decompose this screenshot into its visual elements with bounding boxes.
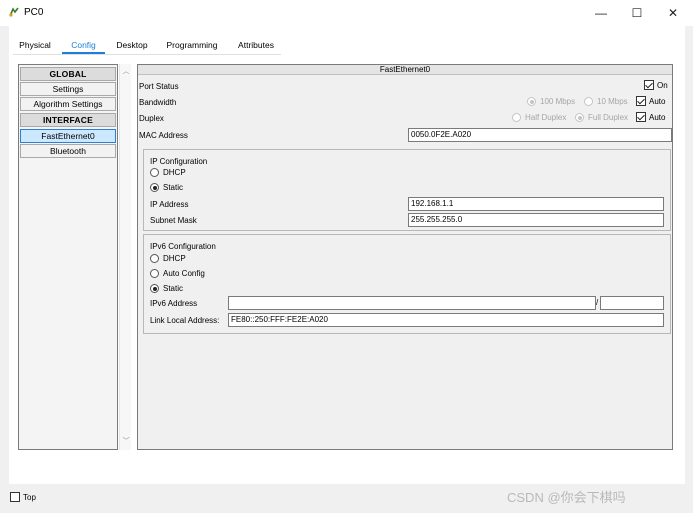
client-area: Physical Config Desktop Programming Attr… bbox=[9, 26, 685, 484]
ipv6-address-field[interactable] bbox=[228, 296, 596, 310]
top-label: Top bbox=[23, 493, 36, 502]
bandwidth-100-radio[interactable] bbox=[527, 97, 536, 106]
ip-address-label: IP Address bbox=[150, 200, 189, 209]
bandwidth-label: Bandwidth bbox=[139, 98, 177, 107]
ip-dhcp-option[interactable]: DHCP bbox=[150, 168, 186, 177]
ip-static-label: Static bbox=[163, 183, 184, 192]
tab-config[interactable]: Config bbox=[62, 38, 105, 54]
ipv6-dhcp-radio[interactable] bbox=[150, 254, 159, 263]
title-bar: PC0 — ☐ ✕ bbox=[0, 0, 693, 26]
mac-address-field[interactable]: 0050.0F2E.A020 bbox=[408, 128, 672, 142]
port-status-label: Port Status bbox=[139, 82, 179, 91]
duplex-half-option[interactable]: Half Duplex bbox=[512, 113, 566, 122]
sidebar-header-interface: INTERFACE bbox=[20, 113, 116, 127]
ipv6-dhcp-label: DHCP bbox=[163, 254, 186, 263]
bandwidth-10-label: 10 Mbps bbox=[597, 97, 628, 106]
port-on-label: On bbox=[657, 81, 668, 90]
ip-config-title: IP Configuration bbox=[150, 157, 208, 166]
bandwidth-auto[interactable]: Auto bbox=[636, 96, 665, 106]
ipv6-auto-option[interactable]: Auto Config bbox=[150, 269, 205, 278]
ipv6-static-radio[interactable] bbox=[150, 284, 159, 293]
sidebar-header-global: GLOBAL bbox=[20, 67, 116, 81]
sidebar-item-bluetooth[interactable]: Bluetooth bbox=[20, 144, 116, 158]
scroll-up-icon[interactable]: ︿ bbox=[120, 66, 132, 78]
bandwidth-10-option[interactable]: 10 Mbps bbox=[584, 97, 628, 106]
minimize-button[interactable]: — bbox=[584, 0, 618, 26]
sidebar-scrollbar[interactable]: ︿ ﹀ bbox=[119, 64, 131, 450]
subnet-mask-field[interactable]: 255.255.255.0 bbox=[408, 213, 664, 227]
ip-dhcp-label: DHCP bbox=[163, 168, 186, 177]
tab-physical[interactable]: Physical bbox=[16, 38, 54, 54]
mac-address-label: MAC Address bbox=[139, 131, 188, 140]
ipv6-auto-label: Auto Config bbox=[163, 269, 205, 278]
maximize-button[interactable]: ☐ bbox=[620, 0, 654, 26]
port-on-checkbox[interactable] bbox=[644, 80, 654, 90]
duplex-label: Duplex bbox=[139, 114, 164, 123]
duplex-full-radio[interactable] bbox=[575, 113, 584, 122]
duplex-full-option[interactable]: Full Duplex bbox=[575, 113, 628, 122]
link-local-label: Link Local Address: bbox=[150, 316, 220, 325]
panel-title: FastEthernet0 bbox=[138, 65, 672, 75]
bandwidth-100-label: 100 Mbps bbox=[540, 97, 576, 106]
top-toggle[interactable]: Top bbox=[10, 492, 36, 502]
ipv6-address-label: IPv6 Address bbox=[150, 299, 198, 308]
bandwidth-auto-checkbox[interactable] bbox=[636, 96, 646, 106]
bandwidth-100-option[interactable]: 100 Mbps bbox=[527, 97, 575, 106]
ipv6-configuration-group: IPv6 Configuration DHCP Auto Config Stat… bbox=[143, 234, 671, 334]
ip-address-field[interactable]: 192.168.1.1 bbox=[408, 197, 664, 211]
ip-configuration-group: IP Configuration DHCP Static IP Address … bbox=[143, 149, 671, 231]
ipv6-static-option[interactable]: Static bbox=[150, 284, 183, 293]
app-icon bbox=[9, 7, 19, 17]
sidebar-item-algorithm-settings[interactable]: Algorithm Settings bbox=[20, 97, 116, 111]
duplex-half-label: Half Duplex bbox=[525, 113, 567, 122]
ipv6-dhcp-option[interactable]: DHCP bbox=[150, 254, 186, 263]
ip-static-radio[interactable] bbox=[150, 183, 159, 192]
bandwidth-auto-label: Auto bbox=[649, 97, 666, 106]
sidebar-item-fastethernet0[interactable]: FastEthernet0 bbox=[20, 129, 116, 143]
duplex-auto-checkbox[interactable] bbox=[636, 112, 646, 122]
duplex-auto[interactable]: Auto bbox=[636, 112, 665, 122]
link-local-field[interactable]: FE80::250:FFF:FE2E:A020 bbox=[228, 313, 664, 327]
port-status-on[interactable]: On bbox=[644, 80, 668, 90]
ip-static-option[interactable]: Static bbox=[150, 183, 183, 192]
scroll-down-icon[interactable]: ﹀ bbox=[120, 436, 132, 448]
tab-desktop[interactable]: Desktop bbox=[112, 38, 152, 54]
ipv6-static-label: Static bbox=[163, 284, 184, 293]
close-button[interactable]: ✕ bbox=[656, 0, 690, 26]
tab-attributes[interactable]: Attributes bbox=[233, 38, 279, 54]
interface-panel: FastEthernet0 Port Status On Bandwidth 1… bbox=[137, 64, 673, 450]
ipv6-auto-radio[interactable] bbox=[150, 269, 159, 278]
window-title: PC0 bbox=[24, 7, 44, 18]
tab-programming[interactable]: Programming bbox=[163, 38, 221, 54]
duplex-auto-label: Auto bbox=[649, 113, 666, 122]
ipv6-prefix-field[interactable] bbox=[600, 296, 664, 310]
ipv6-prefix-separator: / bbox=[596, 298, 599, 307]
ip-dhcp-radio[interactable] bbox=[150, 168, 159, 177]
subnet-mask-label: Subnet Mask bbox=[150, 216, 197, 225]
duplex-full-label: Full Duplex bbox=[588, 113, 629, 122]
sidebar-item-settings[interactable]: Settings bbox=[20, 82, 116, 96]
tab-divider bbox=[13, 54, 281, 55]
bandwidth-10-radio[interactable] bbox=[584, 97, 593, 106]
duplex-half-radio[interactable] bbox=[512, 113, 521, 122]
top-checkbox[interactable] bbox=[10, 492, 20, 502]
ipv6-config-title: IPv6 Configuration bbox=[150, 242, 216, 251]
sidebar-list: GLOBAL Settings Algorithm Settings INTER… bbox=[18, 64, 118, 450]
watermark: CSDN @你会下棋吗 bbox=[507, 490, 626, 505]
